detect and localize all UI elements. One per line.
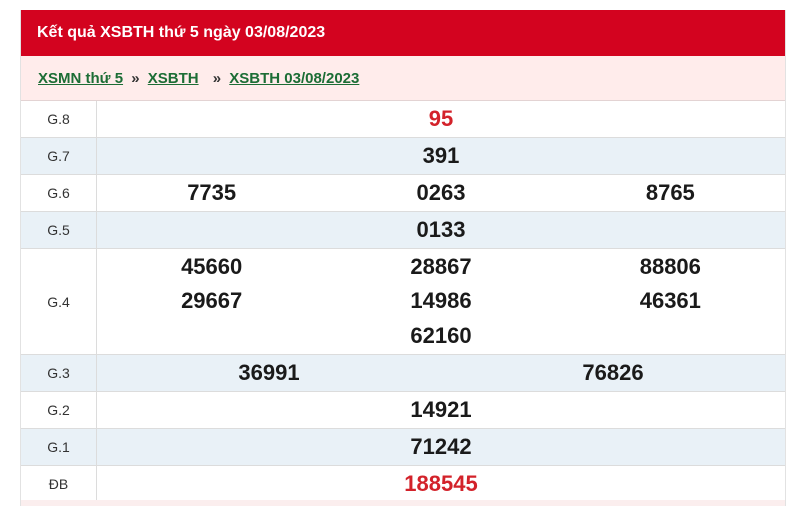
prize-row-g6: G.6 7735 0263 8765 bbox=[21, 174, 785, 212]
prize-number: 76826 bbox=[582, 360, 644, 385]
prize-number: 45660 bbox=[181, 253, 243, 279]
results-panel: Kết quả XSBTH thứ 5 ngày 03/08/2023 XSMN… bbox=[20, 10, 786, 506]
prize-label: G.5 bbox=[21, 211, 97, 249]
prize-numbers: 7735 0263 8765 bbox=[96, 174, 785, 212]
prize-label: G.7 bbox=[21, 137, 97, 175]
breadcrumb-link-xsmn-thu-5[interactable]: XSMN thứ 5 bbox=[38, 70, 123, 87]
prize-numbers: 14921 bbox=[96, 391, 785, 429]
prize-number: 95 bbox=[428, 106, 454, 131]
breadcrumb-separator: » bbox=[212, 70, 222, 87]
prize-numbers: 188545 bbox=[96, 465, 785, 503]
prize-numbers: 36991 76826 bbox=[96, 354, 785, 392]
prize-numbers: 391 bbox=[96, 137, 785, 175]
breadcrumb: XSMN thứ 5 » XSBTH » XSBTH 03/08/2023 bbox=[21, 56, 785, 101]
results-title: Kết quả XSBTH thứ 5 ngày 03/08/2023 bbox=[21, 10, 785, 56]
prize-label: G.6 bbox=[21, 174, 97, 212]
prize-number: 7735 bbox=[187, 180, 237, 205]
breadcrumb-link-xsbth[interactable]: XSBTH bbox=[148, 70, 199, 87]
breadcrumb-separator: » bbox=[131, 70, 140, 87]
prize-row-g2: G.2 14921 bbox=[21, 391, 785, 429]
prize-number: 14986 bbox=[410, 288, 472, 314]
prize-number: 14921 bbox=[410, 397, 472, 422]
prize-number: 0133 bbox=[416, 217, 466, 242]
prize-number: 71242 bbox=[410, 434, 472, 459]
prize-numbers: 71242 bbox=[96, 428, 785, 466]
prize-row-g4: G.4 45660 28867 88806 29667 14986 46361 bbox=[21, 248, 785, 355]
prize-row-g8: G.8 95 bbox=[21, 101, 785, 138]
prize-row-g3: G.3 36991 76826 bbox=[21, 354, 785, 392]
prize-label: G.8 bbox=[21, 101, 97, 138]
prize-label: G.1 bbox=[21, 428, 97, 466]
results-table: G.8 95 G.7 391 G.6 7735 0263 8765 G.5 01… bbox=[21, 101, 785, 503]
prize-number: 46361 bbox=[639, 288, 701, 314]
prize-numbers: 95 bbox=[96, 101, 785, 138]
prize-label: G.4 bbox=[21, 248, 97, 355]
prize-row-g7: G.7 391 bbox=[21, 137, 785, 175]
prize-number: 28867 bbox=[410, 253, 472, 279]
page: Kết quả XSBTH thứ 5 ngày 03/08/2023 XSMN… bbox=[0, 0, 800, 506]
prize-number: 29667 bbox=[181, 288, 243, 314]
special-prize-number: 188545 bbox=[404, 471, 478, 496]
prize-number: 0263 bbox=[416, 180, 466, 205]
prize-number: 36991 bbox=[238, 360, 300, 385]
prize-row-g5: G.5 0133 bbox=[21, 211, 785, 249]
prize-label: ĐB bbox=[21, 465, 97, 503]
prize-number: 8765 bbox=[645, 180, 695, 205]
prize-row-special: ĐB 188545 bbox=[21, 465, 785, 503]
breadcrumb-link-xsbth-date[interactable]: XSBTH 03/08/2023 bbox=[229, 70, 359, 87]
bottom-strip bbox=[21, 500, 785, 506]
prize-row-g1: G.1 71242 bbox=[21, 428, 785, 466]
prize-number: 62160 bbox=[410, 322, 472, 348]
prize-numbers: 0133 bbox=[96, 211, 785, 249]
prize-label: G.3 bbox=[21, 354, 97, 392]
prize-number: 88806 bbox=[639, 253, 701, 279]
prize-numbers: 45660 28867 88806 29667 14986 46361 6216… bbox=[96, 248, 785, 355]
prize-number: 391 bbox=[422, 143, 460, 168]
prize-label: G.2 bbox=[21, 391, 97, 429]
